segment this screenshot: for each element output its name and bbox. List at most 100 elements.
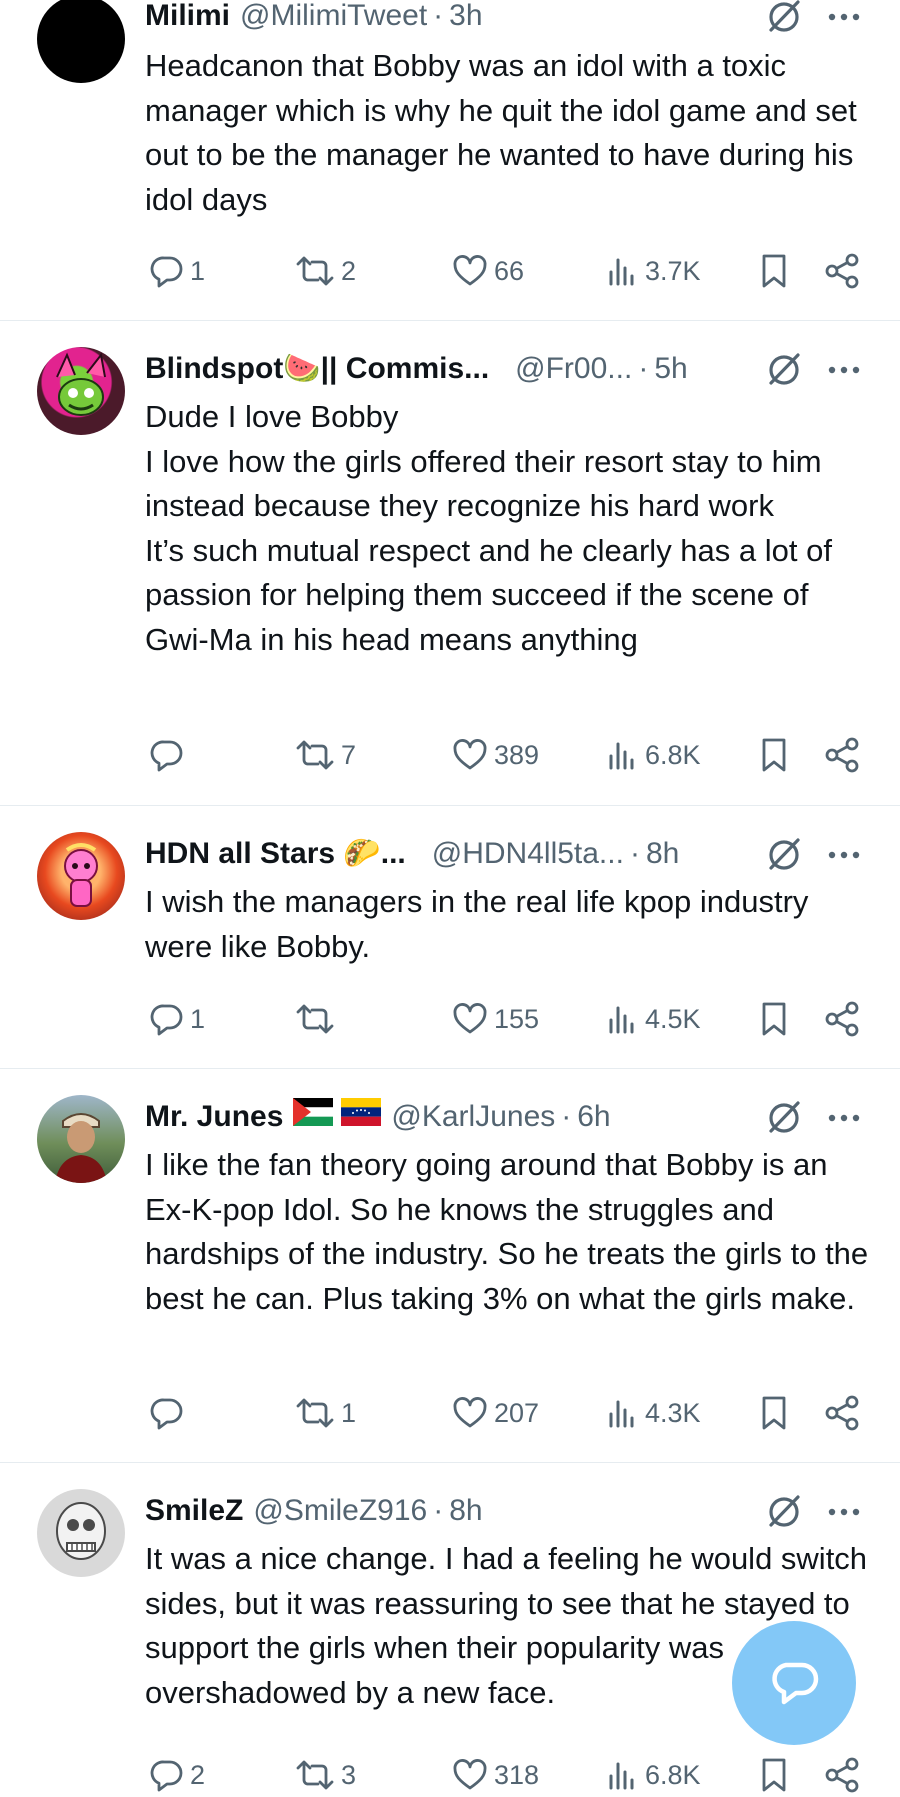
bookmark-button[interactable]: [754, 249, 794, 293]
like-button[interactable]: 155: [452, 997, 539, 1041]
reply-button[interactable]: 1: [150, 249, 205, 293]
timestamp[interactable]: 8h: [646, 835, 679, 873]
like-count: 389: [494, 739, 540, 770]
venezuela-flag-icon: [341, 1098, 382, 1136]
avatar[interactable]: [37, 0, 125, 83]
bookmark-icon: [762, 1396, 786, 1430]
display-name[interactable]: Blindspot🍉|| Commis...: [145, 350, 489, 388]
reply-button[interactable]: [150, 733, 190, 777]
avatar[interactable]: [37, 832, 125, 920]
grok-icon[interactable]: [764, 1492, 804, 1532]
more-icon[interactable]: [822, 1492, 866, 1532]
tweet[interactable]: Blindspot🍉|| Commis... @Fr00... · 5h Dud…: [0, 321, 900, 805]
repost-button[interactable]: 3: [295, 1753, 356, 1797]
handle[interactable]: @HDN4ll5ta...: [432, 835, 624, 873]
views-button[interactable]: 3.7K: [607, 249, 701, 293]
separator: ·: [561, 1100, 572, 1133]
bookmark-button[interactable]: [754, 1753, 794, 1797]
views-button[interactable]: 6.8K: [607, 733, 701, 777]
views-count: 6.8K: [645, 739, 701, 770]
repost-icon: [296, 1760, 334, 1790]
views-count: 6.8K: [645, 1759, 701, 1790]
repost-count: 7: [341, 739, 357, 770]
more-icon[interactable]: [822, 1098, 866, 1138]
separator: ·: [433, 1494, 444, 1527]
display-name[interactable]: Mr. Junes: [145, 1098, 283, 1136]
display-name[interactable]: SmileZ: [145, 1492, 243, 1530]
heart-icon: [453, 739, 487, 770]
like-count: 318: [494, 1759, 540, 1790]
reply-icon: [772, 1662, 819, 1705]
repost-count: 2: [341, 255, 357, 286]
reply-icon: [150, 1398, 183, 1430]
heart-icon: [453, 1759, 487, 1790]
like-button[interactable]: 207: [452, 1391, 539, 1435]
handle[interactable]: @Fr00...: [515, 350, 632, 388]
timestamp[interactable]: 8h: [449, 1492, 482, 1530]
handle[interactable]: @SmileZ916: [253, 1492, 427, 1530]
avatar[interactable]: [37, 1095, 125, 1183]
compose-reply-fab[interactable]: [732, 1621, 856, 1745]
more-icon[interactable]: [822, 835, 866, 875]
bookmark-button[interactable]: [754, 733, 794, 777]
reply-button[interactable]: [150, 1391, 190, 1435]
tweet[interactable]: Mr. Junes @KarlJunes · 6h I like the fan…: [0, 1069, 900, 1462]
avatar[interactable]: [37, 1489, 125, 1577]
reply-count: 2: [190, 1759, 206, 1790]
grok-icon[interactable]: [764, 1098, 804, 1138]
share-button[interactable]: [822, 249, 862, 293]
handle[interactable]: @MilimiTweet: [240, 0, 427, 35]
grok-icon[interactable]: [764, 350, 804, 390]
reply-button[interactable]: 1: [150, 997, 205, 1041]
more-icon[interactable]: [822, 350, 866, 390]
repost-button[interactable]: 2: [295, 249, 356, 293]
repost-icon: [296, 1004, 334, 1034]
share-icon: [825, 1395, 859, 1431]
share-button[interactable]: [822, 997, 862, 1041]
share-button[interactable]: [822, 1753, 862, 1797]
views-icon: [609, 258, 634, 286]
like-button[interactable]: 318: [452, 1753, 539, 1797]
repost-count: 1: [341, 1397, 357, 1428]
views-icon: [609, 742, 634, 770]
grok-icon[interactable]: [764, 0, 804, 37]
tweet[interactable]: HDN all Stars 🌮... @HDN4ll5ta... · 8h I …: [0, 806, 900, 1068]
share-icon: [825, 253, 859, 289]
views-count: 3.7K: [645, 255, 701, 286]
share-button[interactable]: [822, 1391, 862, 1435]
display-name[interactable]: HDN all Stars 🌮...: [145, 835, 406, 873]
views-button[interactable]: 4.5K: [607, 997, 701, 1041]
timestamp[interactable]: 6h: [577, 1098, 610, 1136]
reply-icon: [150, 256, 183, 288]
share-icon: [825, 1001, 859, 1037]
share-button[interactable]: [822, 733, 862, 777]
grok-icon[interactable]: [764, 835, 804, 875]
repost-button[interactable]: 1: [295, 1391, 356, 1435]
like-button[interactable]: 389: [452, 733, 539, 777]
reply-icon: [150, 1004, 183, 1036]
views-button[interactable]: 6.8K: [607, 1753, 701, 1797]
share-icon: [825, 737, 859, 773]
bookmark-button[interactable]: [754, 1391, 794, 1435]
views-button[interactable]: 4.3K: [607, 1391, 701, 1435]
bookmark-icon: [762, 738, 786, 772]
like-count: 207: [494, 1397, 540, 1428]
views-count: 4.3K: [645, 1397, 701, 1428]
reply-button[interactable]: 2: [150, 1753, 205, 1797]
tweet[interactable]: Milimi @MilimiTweet · 3h Headcanon that …: [0, 0, 900, 320]
reply-count: 1: [190, 255, 206, 286]
repost-button[interactable]: 7: [295, 733, 356, 777]
views-icon: [609, 1762, 634, 1790]
handle[interactable]: @KarlJunes: [391, 1098, 555, 1136]
timestamp[interactable]: 5h: [654, 350, 687, 388]
more-icon[interactable]: [822, 0, 866, 37]
tweet-text: I like the fan theory going around that …: [145, 1147, 869, 1316]
repost-button[interactable]: [295, 997, 341, 1041]
like-button[interactable]: 66: [452, 249, 524, 293]
avatar[interactable]: [37, 347, 125, 435]
bookmark-button[interactable]: [754, 997, 794, 1041]
timestamp[interactable]: 3h: [449, 0, 482, 35]
bookmark-icon: [762, 1002, 786, 1036]
reply-icon: [150, 1760, 183, 1792]
display-name[interactable]: Milimi: [145, 0, 230, 35]
